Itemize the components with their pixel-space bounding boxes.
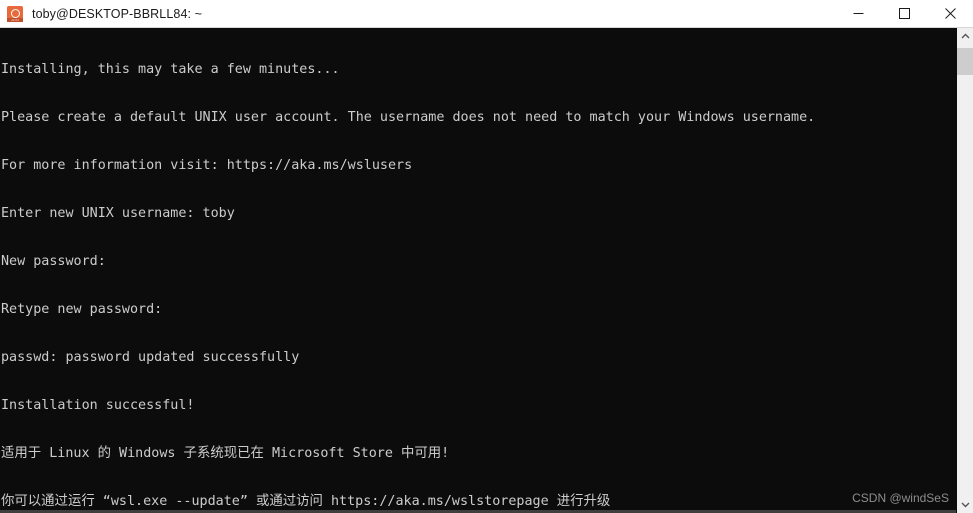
- title-bar[interactable]: 22.04 toby@DESKTOP-BBRLL84: ~: [0, 0, 973, 28]
- terminal-line: Installation successful!: [1, 398, 195, 413]
- terminal-screen: Installing, this may take a few minutes.…: [1, 30, 956, 510]
- scrollbar-thumb[interactable]: [957, 48, 973, 75]
- scrollbar-track[interactable]: [957, 45, 973, 496]
- maximize-button[interactable]: [881, 0, 927, 27]
- vertical-scrollbar[interactable]: [956, 28, 973, 513]
- minimize-button[interactable]: [835, 0, 881, 27]
- chevron-down-icon[interactable]: [957, 496, 973, 513]
- terminal-line: passwd: password updated successfully: [1, 350, 300, 365]
- terminal-line: For more information visit: https://aka.…: [1, 158, 413, 173]
- terminal-line: Installing, this may take a few minutes.…: [1, 62, 340, 77]
- close-button[interactable]: [927, 0, 973, 27]
- terminal-line: 你可以通过运行 “wsl.exe --update” 或通过访问 https:/…: [1, 494, 611, 509]
- window-controls: [835, 0, 973, 27]
- terminal-line: 适用于 Linux 的 Windows 子系统现已在 Microsoft Sto…: [1, 446, 450, 461]
- terminal-output-area[interactable]: Installing, this may take a few minutes.…: [0, 28, 956, 510]
- ubuntu-icon-version-badge: 22.04: [7, 17, 23, 22]
- ubuntu-icon[interactable]: 22.04: [7, 5, 23, 22]
- chevron-up-icon[interactable]: [957, 28, 973, 45]
- terminal-line: New password:: [1, 254, 106, 269]
- terminal-line: Enter new UNIX username: toby: [1, 206, 235, 221]
- terminal-window: 22.04 toby@DESKTOP-BBRLL84: ~ Installing…: [0, 0, 973, 513]
- window-title: toby@DESKTOP-BBRLL84: ~: [32, 6, 203, 21]
- watermark-text: CSDN @windSeS: [852, 491, 949, 505]
- terminal-line: Please create a default UNIX user accoun…: [1, 110, 816, 125]
- terminal-line: Retype new password:: [1, 302, 163, 317]
